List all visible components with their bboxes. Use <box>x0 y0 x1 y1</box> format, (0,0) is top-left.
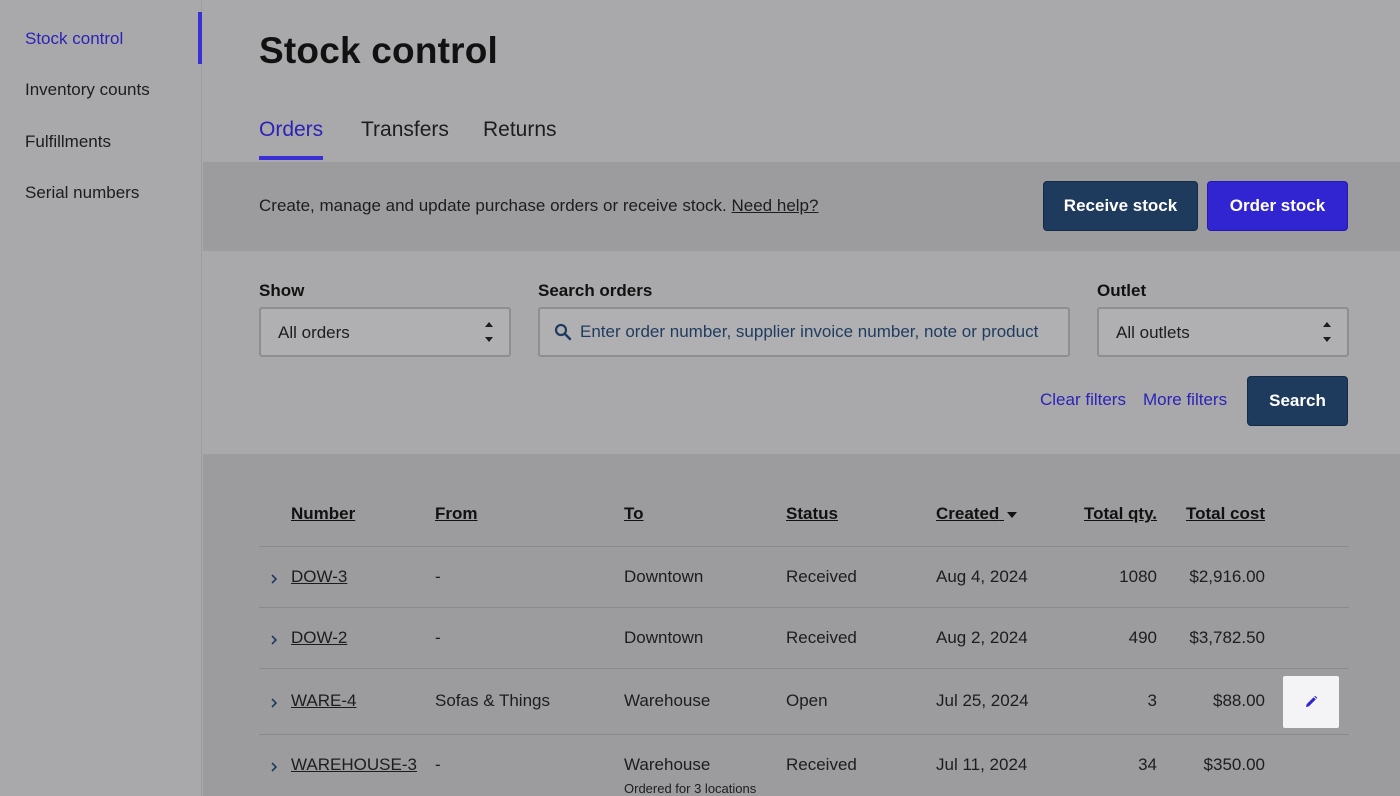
order-created: Aug 2, 2024 <box>936 628 1028 647</box>
sidebar-item-inventory-counts[interactable]: Inventory counts <box>25 80 150 100</box>
order-number-link[interactable]: WAREHOUSE-3 <box>291 755 417 775</box>
order-from: - <box>435 628 441 647</box>
show-select-value: All orders <box>278 323 350 342</box>
order-from: Sofas & Things <box>435 691 550 710</box>
order-to: Downtown <box>624 567 704 586</box>
sidebar-item-serial-numbers[interactable]: Serial numbers <box>25 183 139 203</box>
tab-transfers[interactable]: Transfers <box>361 118 449 156</box>
pencil-icon <box>1306 695 1318 707</box>
column-header-number[interactable]: Number <box>291 504 355 524</box>
tab-returns[interactable]: Returns <box>483 118 557 156</box>
column-header-total-qty[interactable]: Total qty. <box>1077 504 1157 524</box>
order-total-cost: $2,916.00 <box>1189 567 1265 586</box>
order-total-qty: 34 <box>1138 755 1157 774</box>
column-header-created[interactable]: Created <box>936 504 1018 524</box>
more-filters-link[interactable]: More filters <box>1143 390 1227 410</box>
order-total-cost: $3,782.50 <box>1189 628 1265 647</box>
outlet-select-value: All outlets <box>1116 323 1190 342</box>
expand-chevron-icon[interactable] <box>269 574 279 584</box>
order-status: Received <box>786 567 857 586</box>
show-select[interactable]: All orders <box>259 307 511 357</box>
order-number-link[interactable]: DOW-3 <box>291 567 347 587</box>
order-created: Aug 4, 2024 <box>936 567 1028 586</box>
order-to: Downtown <box>624 628 704 647</box>
receive-stock-button[interactable]: Receive stock <box>1043 181 1198 231</box>
outlet-filter-label: Outlet <box>1097 281 1147 300</box>
order-total-cost: $350.00 <box>1203 755 1265 774</box>
order-status: Open <box>786 691 828 710</box>
order-from: - <box>435 755 441 774</box>
order-number-link[interactable]: DOW-2 <box>291 628 347 648</box>
tab-orders[interactable]: Orders <box>259 118 324 160</box>
page-title: Stock control <box>259 30 499 71</box>
order-to: Warehouse <box>624 691 711 710</box>
main-content: Stock control Orders Transfers Returns C… <box>203 0 1400 796</box>
order-total-qty: 490 <box>1128 628 1157 647</box>
need-help-link[interactable]: Need help? <box>732 196 819 215</box>
banner-text-wrap: Create, manage and update purchase order… <box>259 196 818 216</box>
search-orders-label: Search orders <box>538 281 653 300</box>
column-header-from[interactable]: From <box>435 504 478 524</box>
order-total-cost: $88.00 <box>1213 691 1265 710</box>
order-status: Received <box>786 755 857 774</box>
outlet-select[interactable]: All outlets <box>1097 307 1349 357</box>
sidebar-item-fulfillments[interactable]: Fulfillments <box>25 132 111 152</box>
column-header-to[interactable]: To <box>624 504 644 524</box>
app-root: Stock control Inventory counts Fulfillme… <box>0 0 1400 796</box>
order-stock-button[interactable]: Order stock <box>1207 181 1348 231</box>
table-divider <box>259 546 1349 547</box>
select-stepper-icon <box>485 322 493 342</box>
order-from: - <box>435 567 441 586</box>
column-header-status[interactable]: Status <box>786 504 838 524</box>
expand-chevron-icon[interactable] <box>269 762 279 772</box>
order-location-note: Ordered for 3 locations <box>624 781 757 796</box>
sort-desc-icon <box>1007 511 1018 518</box>
search-orders-input[interactable] <box>580 309 1060 355</box>
order-total-qty: 1080 <box>1119 567 1157 586</box>
sidebar-item-stock-control[interactable]: Stock control <box>25 29 123 49</box>
table-divider <box>259 607 1349 608</box>
sidebar-active-indicator <box>198 12 202 64</box>
table-divider <box>259 668 1349 669</box>
orders-table: Number From To Status Created Total qty.… <box>203 454 1400 796</box>
table-divider <box>259 734 1349 735</box>
order-total-qty: 3 <box>1147 691 1157 710</box>
column-header-total-cost[interactable]: Total cost <box>1175 504 1265 524</box>
search-box <box>538 307 1070 357</box>
search-icon <box>554 323 572 341</box>
order-created: Jul 25, 2024 <box>936 691 1029 710</box>
order-status: Received <box>786 628 857 647</box>
info-banner: Create, manage and update purchase order… <box>203 162 1400 251</box>
sidebar: Stock control Inventory counts Fulfillme… <box>0 0 202 796</box>
order-number-link[interactable]: WARE-4 <box>291 691 357 711</box>
show-filter-label: Show <box>259 281 305 300</box>
select-stepper-icon <box>1323 322 1331 342</box>
banner-description: Create, manage and update purchase order… <box>259 196 727 215</box>
clear-filters-link[interactable]: Clear filters <box>1040 390 1126 410</box>
order-to: Warehouse <box>624 755 711 774</box>
expand-chevron-icon[interactable] <box>269 698 279 708</box>
expand-chevron-icon[interactable] <box>269 635 279 645</box>
column-header-created-label: Created <box>936 504 1000 523</box>
search-button[interactable]: Search <box>1247 376 1348 426</box>
order-created: Jul 11, 2024 <box>936 755 1028 774</box>
edit-order-button[interactable] <box>1283 676 1339 728</box>
